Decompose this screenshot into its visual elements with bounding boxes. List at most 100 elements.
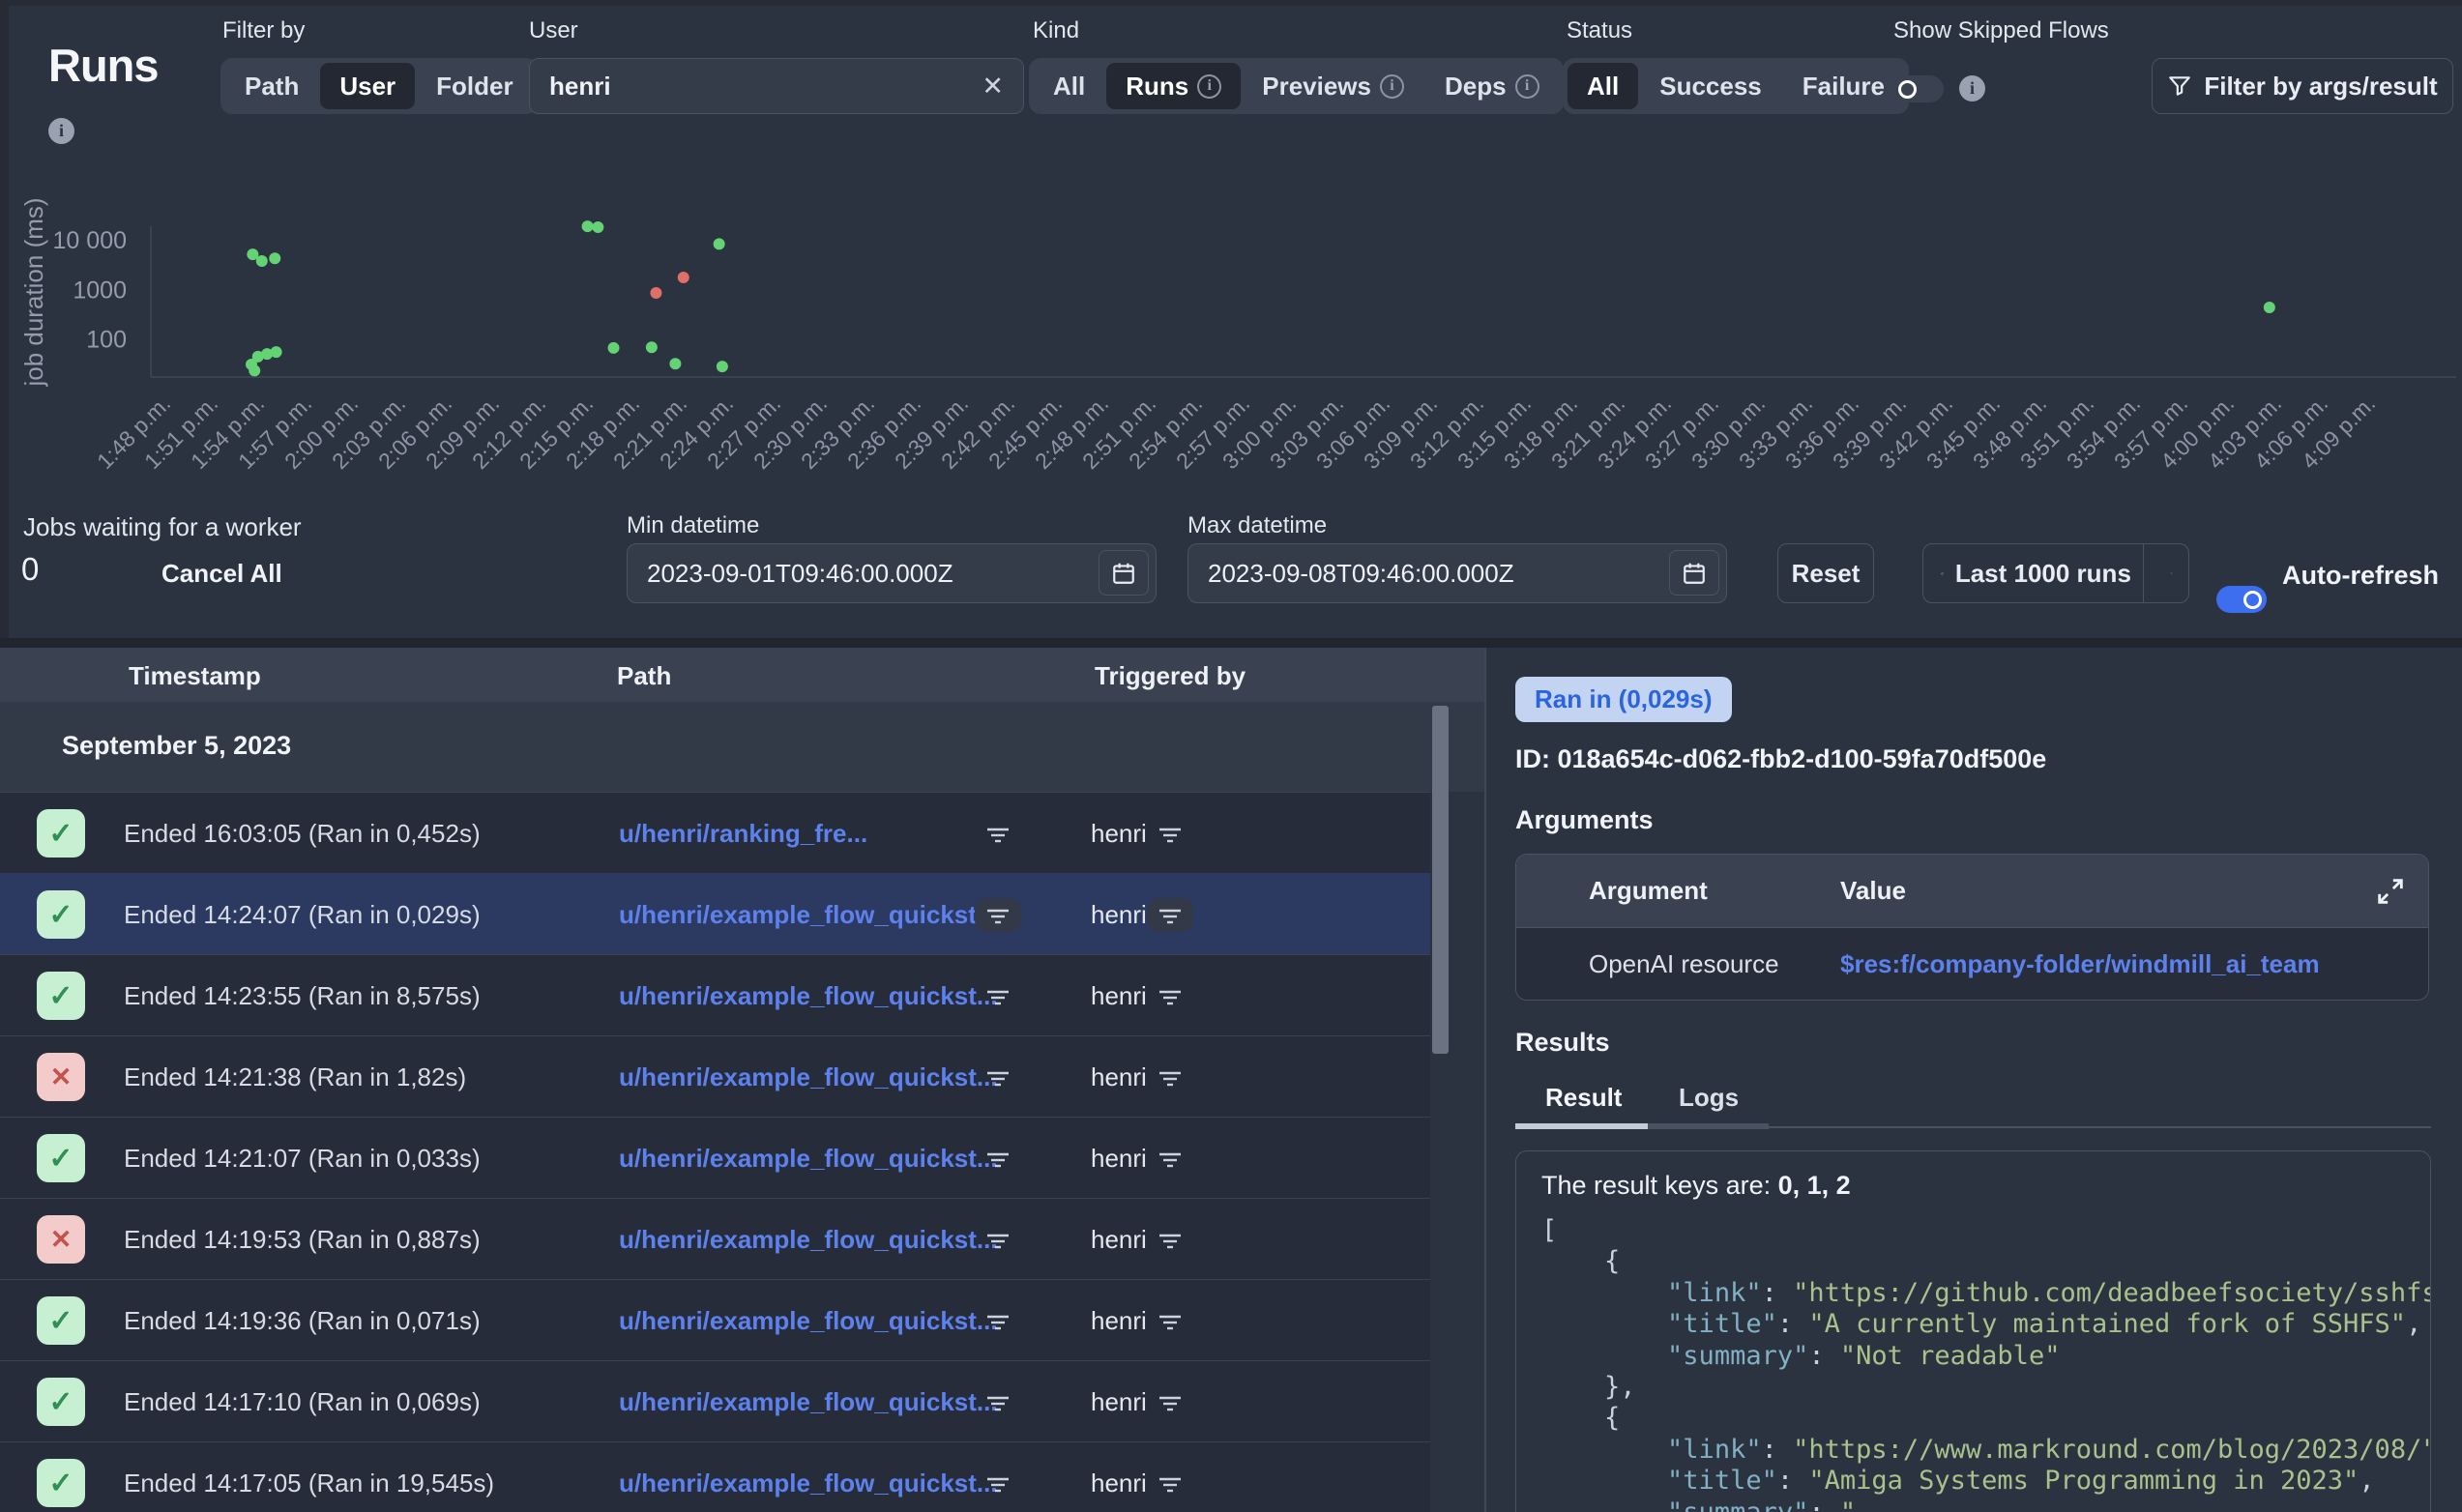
- column-triggered-by: Triggered by: [1095, 661, 1246, 691]
- run-timestamp: Ended 14:21:07 (Ran in 0,033s): [124, 1144, 481, 1174]
- min-datetime-calendar-button[interactable]: [1099, 550, 1149, 596]
- refresh-icon: [1941, 562, 1944, 586]
- date-group-header: September 5, 2023: [0, 702, 1484, 792]
- filter-lines-icon: [1156, 1229, 1185, 1252]
- status-success-icon: ✓: [37, 890, 85, 939]
- value-column: Value: [1840, 876, 1906, 906]
- max-datetime-input[interactable]: 2023-09-08T09:46:00.000Z: [1187, 543, 1727, 603]
- max-datetime-calendar-button[interactable]: [1669, 550, 1719, 596]
- argument-name: OpenAI resource: [1589, 949, 1779, 979]
- results-title: Results: [1515, 1028, 1610, 1058]
- run-path-link[interactable]: u/henri/example_flow_quickst...: [619, 1387, 998, 1417]
- table-top-border: [0, 638, 2462, 648]
- filter-lines-icon: [983, 1148, 1012, 1171]
- run-path-link[interactable]: u/henri/example_flow_quickst...: [619, 1062, 998, 1092]
- arguments-table-header: Argument Value: [1516, 855, 2428, 928]
- min-datetime-input[interactable]: 2023-09-01T09:46:00.000Z: [627, 543, 1157, 603]
- run-path-link[interactable]: u/henri/example_flow_quickst...: [619, 981, 998, 1011]
- column-timestamp: Timestamp: [129, 661, 261, 691]
- run-user: henri: [1091, 1468, 1147, 1498]
- filter-by-path-button[interactable]: [975, 1142, 1021, 1176]
- arguments-table-row: OpenAI resource $res:f/company-folder/wi…: [1516, 928, 2428, 1000]
- filter-lines-icon: [1156, 1310, 1185, 1333]
- filter-by-path-button[interactable]: [975, 1467, 1021, 1500]
- filter-by-user-button[interactable]: [1147, 1467, 1193, 1500]
- filter-by-user-button[interactable]: [1147, 1304, 1193, 1338]
- run-user: henri: [1091, 1062, 1147, 1092]
- filter-by-user-button[interactable]: [1147, 1061, 1193, 1094]
- cancel-all-button[interactable]: Cancel All: [161, 559, 282, 589]
- run-row[interactable]: ✓Ended 16:03:05 (Ran in 0,452s)u/henri/r…: [0, 792, 1430, 873]
- status-success-icon: ✓: [37, 1459, 85, 1507]
- run-path-link[interactable]: u/henri/ranking_fre...: [619, 819, 867, 849]
- run-id: ID: 018a654c-d062-fbb2-d100-59fa70df500e: [1515, 744, 2046, 774]
- argument-value-link[interactable]: $res:f/company-folder/windmill_ai_team: [1840, 949, 2320, 979]
- status-failure-icon: ✕: [37, 1053, 85, 1101]
- tab-result[interactable]: Result: [1545, 1083, 1622, 1113]
- filter-by-user-button[interactable]: [1147, 1223, 1193, 1257]
- run-row[interactable]: ✕Ended 14:21:38 (Ran in 1,82s)u/henri/ex…: [0, 1035, 1430, 1117]
- filter-lines-icon: [1156, 985, 1185, 1008]
- run-path-link[interactable]: u/henri/example_flow_quickst...: [619, 900, 998, 930]
- filter-lines-icon: [983, 904, 1012, 927]
- run-row[interactable]: ✓Ended 14:23:55 (Ran in 8,575s)u/henri/e…: [0, 954, 1430, 1035]
- filter-lines-icon: [983, 985, 1012, 1008]
- result-json: [ { "link": "https://github.com/deadbeef…: [1541, 1215, 2431, 1512]
- last-runs-button[interactable]: Last 1000 runs: [1922, 543, 2189, 603]
- jobs-waiting-label: Jobs waiting for a worker: [23, 512, 302, 542]
- max-datetime-label: Max datetime: [1187, 512, 1327, 539]
- run-path-link[interactable]: u/henri/example_flow_quickst...: [619, 1468, 998, 1498]
- run-path-link[interactable]: u/henri/example_flow_quickst...: [619, 1144, 998, 1174]
- filter-by-path-button[interactable]: [975, 1061, 1021, 1094]
- filter-by-path-button[interactable]: [975, 898, 1021, 932]
- filter-lines-icon: [983, 1066, 1012, 1090]
- result-keys-line: The result keys are: 0, 1, 2: [1541, 1171, 1851, 1201]
- filter-by-user-button[interactable]: [1147, 817, 1193, 851]
- filter-by-path-button[interactable]: [975, 979, 1021, 1013]
- table-header: Timestamp Path Triggered by: [0, 648, 1484, 702]
- logs-tab-underline: [1648, 1123, 1769, 1129]
- run-path-link[interactable]: u/henri/example_flow_quickst...: [619, 1225, 998, 1255]
- status-success-icon: ✓: [37, 1296, 85, 1345]
- filter-by-path-button[interactable]: [975, 817, 1021, 851]
- run-row[interactable]: ✓ Ended 14:24:07 (Ran in 0,029s) u/henri/e…: [0, 873, 1430, 954]
- run-row[interactable]: ✓ Ended 14:19:36 (Ran in 0,071s) u/henri/e…: [0, 1279, 1430, 1360]
- expand-icon[interactable]: [2374, 875, 2407, 908]
- status-success-icon: ✓: [37, 1378, 85, 1426]
- run-user: henri: [1091, 1225, 1147, 1255]
- filter-by-user-button[interactable]: [1147, 979, 1193, 1013]
- tab-logs[interactable]: Logs: [1679, 1083, 1739, 1113]
- run-row[interactable]: ✕Ended 14:19:53 (Ran in 0,887s)u/henri/e…: [0, 1198, 1430, 1279]
- filter-lines-icon: [983, 1310, 1012, 1333]
- filter-by-user-button[interactable]: [1147, 898, 1193, 932]
- auto-refresh-toggle[interactable]: [2216, 586, 2267, 613]
- run-timestamp: Ended 14:19:36 (Ran in 0,071s): [124, 1306, 481, 1336]
- tabbar-line: [1769, 1126, 2431, 1128]
- filter-lines-icon: [983, 823, 1012, 846]
- calendar-icon: [1682, 561, 1707, 586]
- reset-button[interactable]: Reset: [1777, 543, 1874, 603]
- run-path-link[interactable]: u/henri/example_flow_quickst...: [619, 1306, 998, 1336]
- filter-by-path-button[interactable]: [975, 1304, 1021, 1338]
- run-user: henri: [1091, 819, 1147, 849]
- min-datetime-label: Min datetime: [627, 512, 759, 539]
- runs-page: Runs i Filter by Path User Folder User h…: [0, 0, 2462, 1512]
- chart-x-axis-labels: 1:48 p.m.1:51 p.m.1:54 p.m.1:57 p.m.2:00…: [0, 0, 2462, 503]
- filter-lines-icon: [983, 1229, 1012, 1252]
- argument-column: Argument: [1589, 876, 1708, 906]
- run-row[interactable]: ✓Ended 14:17:10 (Ran in 0,069s)u/henri/e…: [0, 1360, 1430, 1441]
- chevron-down-icon[interactable]: [2170, 561, 2173, 586]
- run-row[interactable]: ✓ Ended 14:21:07 (Ran in 0,033s) u/henri/e…: [0, 1117, 1430, 1198]
- table-scrollbar[interactable]: [1432, 706, 1449, 1054]
- filter-by-path-button[interactable]: [975, 1385, 1021, 1419]
- status-success-icon: ✓: [37, 1134, 85, 1182]
- filter-by-user-button[interactable]: [1147, 1385, 1193, 1419]
- run-row[interactable]: ✓Ended 14:17:05 (Ran in 19,545s)u/henri/…: [0, 1441, 1430, 1512]
- run-timestamp: Ended 14:24:07 (Ran in 0,029s): [124, 900, 481, 930]
- run-details-panel: Ran in (0,029s) ID: 018a654c-d062-fbb2-d…: [1484, 648, 2462, 1512]
- filter-by-path-button[interactable]: [975, 1223, 1021, 1257]
- auto-refresh-label: Auto-refresh: [2282, 561, 2439, 591]
- filter-by-user-button[interactable]: [1147, 1142, 1193, 1176]
- filter-lines-icon: [1156, 823, 1185, 846]
- filter-lines-icon: [1156, 1066, 1185, 1090]
